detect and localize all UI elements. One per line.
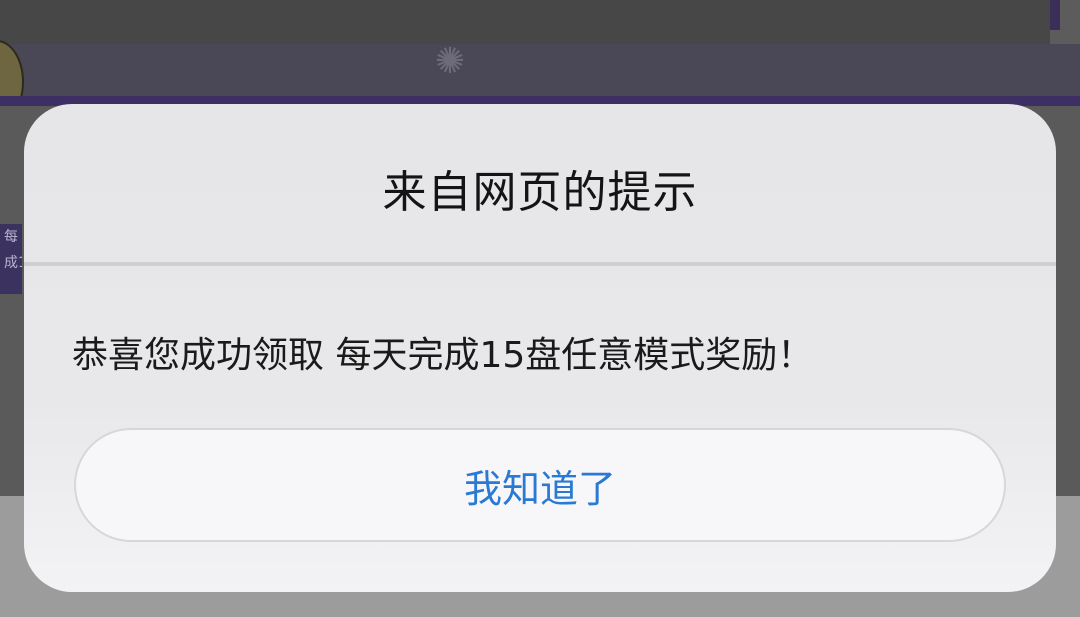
background-task-card-line-1: 每	[4, 229, 18, 245]
background-task-card: 每 成1	[0, 224, 22, 294]
dialog-title: 来自网页的提示	[382, 167, 698, 218]
background-scrollbar	[1050, 0, 1060, 30]
background-task-card-line-2: 成1	[4, 255, 22, 271]
background-header	[0, 0, 1050, 44]
ok-button[interactable]: 我知道了	[74, 428, 1006, 542]
alert-dialog: 来自网页的提示 恭喜您成功领取 每天完成15盘任意模式奖励！ 我知道了	[24, 104, 1056, 592]
dialog-divider	[24, 262, 1056, 266]
background-band	[0, 44, 1080, 98]
dialog-message: 恭喜您成功领取 每天完成15盘任意模式奖励！	[72, 335, 814, 376]
loading-spinner-icon: ✺	[434, 41, 466, 82]
